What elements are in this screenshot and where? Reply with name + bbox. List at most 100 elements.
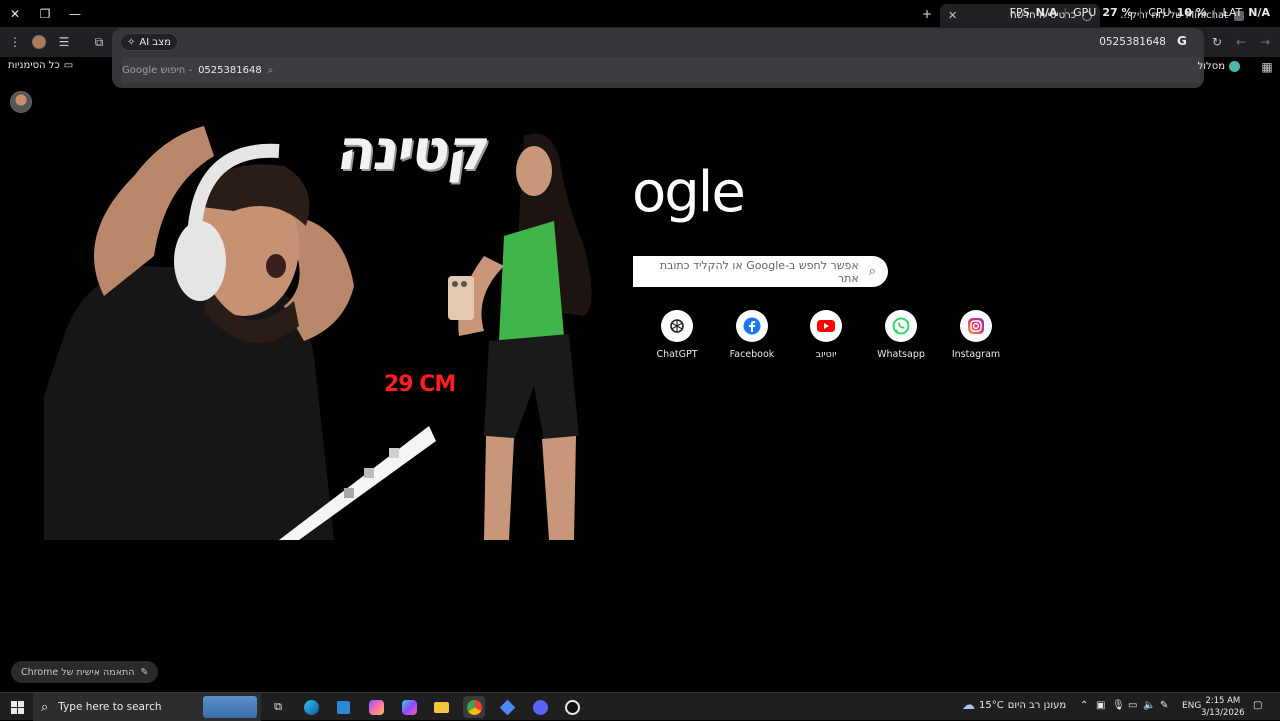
windows-logo-icon: [10, 700, 24, 714]
apps-grid-icon[interactable]: ▦: [1258, 58, 1276, 76]
shortcut-chatgpt[interactable]: ChatGPT: [645, 310, 709, 360]
restore-window-button[interactable]: ❐: [30, 0, 60, 27]
shortcut-label: Facebook: [729, 349, 775, 360]
clock-date: 3/13/2026: [1201, 708, 1245, 718]
new-tab-button[interactable]: +: [912, 0, 942, 27]
tray-app-icon[interactable]: ▣: [1096, 700, 1105, 711]
minimize-icon: —: [69, 6, 81, 21]
taskbar-search-placeholder: Type here to search: [58, 701, 162, 713]
minimize-window-button[interactable]: —: [60, 0, 90, 27]
bookmark-item[interactable]: מסלול: [1198, 61, 1240, 72]
steam-icon[interactable]: [561, 696, 583, 718]
weather-text: מעונן רב היום: [1007, 700, 1067, 711]
cloudy-weather-icon: ☁: [962, 698, 975, 713]
customize-label: התאמה אישית של Chrome: [21, 666, 135, 678]
notifications-icon[interactable]: ▢: [1253, 700, 1262, 711]
sparkle-search-icon: ✧: [127, 36, 136, 48]
clock[interactable]: 2:15 AM 3/13/2026: [1201, 695, 1245, 719]
weather-widget[interactable]: מעונן רב היום 15°C ☁: [962, 698, 1066, 713]
shortcut-label: ChatGPT: [656, 349, 698, 360]
shortcut-instagram[interactable]: Instagram: [944, 310, 1008, 360]
edge-icon[interactable]: [300, 696, 322, 718]
suggestion-suffix: - חיפוש Google: [122, 64, 193, 76]
tab-search-icon[interactable]: ☰: [55, 33, 73, 51]
folder-icon: ▭: [63, 60, 74, 71]
instagram-icon: [960, 310, 992, 342]
cpu-value: 10 %: [1176, 6, 1207, 19]
omnibox-suggestion[interactable]: ⌕ 0525381648 - חיפוש Google: [122, 57, 1200, 83]
extensions-icon[interactable]: ⧉: [90, 33, 108, 51]
menu-icon[interactable]: ⋮: [6, 33, 24, 51]
tab-close-icon[interactable]: ✕: [948, 9, 957, 22]
search-input[interactable]: ⌕ אפשר לחפש ב-Google או להקליד כתובת אתר: [633, 256, 888, 287]
lat-label: LAT: [1222, 6, 1243, 19]
chevron-up-icon[interactable]: ⌃: [1080, 700, 1088, 711]
youtube-icon: [810, 310, 842, 342]
pen-icon[interactable]: ✎: [1160, 700, 1168, 711]
fps-label: FPS: [1009, 6, 1030, 19]
facebook-icon: [736, 310, 768, 342]
google-g-icon: G: [1177, 34, 1187, 48]
taskbar-search-input[interactable]: ⌕ Type here to search: [33, 693, 261, 721]
all-bookmarks-label: כל הסימניות: [8, 60, 60, 71]
thumbnail-title: קטינה: [333, 118, 493, 183]
gpu-value: 27 %: [1102, 6, 1133, 19]
ai-mode-button[interactable]: מצב AI ✧: [120, 33, 178, 51]
bookmark-label: מסלול: [1197, 61, 1225, 72]
swan-illustration-icon: [203, 696, 257, 718]
gpu-label: GPU: [1073, 6, 1097, 19]
network-icon[interactable]: ▭: [1128, 700, 1137, 711]
reload-icon[interactable]: ↻: [1208, 33, 1226, 51]
forward-icon[interactable]: →: [1256, 33, 1274, 51]
ai-mode-label: מצב AI: [139, 36, 171, 48]
shortcut-label: Whatsapp: [877, 349, 925, 360]
close-window-button[interactable]: ✕: [0, 0, 30, 27]
search-icon: ⌕: [41, 699, 49, 715]
google-logo: ogle: [632, 160, 746, 225]
suggestion-query: 0525381648: [198, 64, 262, 76]
shortcut-youtube[interactable]: יוטיוב: [794, 310, 858, 360]
whatsapp-icon: [885, 310, 917, 342]
start-button[interactable]: [6, 696, 28, 718]
pencil-icon: ✎: [140, 666, 149, 678]
all-bookmarks-button[interactable]: ▭ כל הסימניות: [8, 60, 73, 71]
restore-icon: ❐: [39, 6, 51, 21]
discord-icon[interactable]: [529, 696, 551, 718]
store-icon[interactable]: [332, 696, 354, 718]
shortcut-label: Instagram: [951, 349, 1001, 360]
account-avatar[interactable]: [10, 91, 32, 113]
clock-time: 2:15 AM: [1205, 696, 1241, 706]
background-image: [44, 96, 600, 540]
chatgpt-icon: [661, 310, 693, 342]
thumbnail-caption: 29 CM: [384, 372, 456, 397]
windows-taskbar: ⌕ Type here to search ⧉ מעונן רב היום 15…: [0, 692, 1280, 721]
task-view-icon[interactable]: ⧉: [267, 696, 289, 718]
shortcut-facebook[interactable]: Facebook: [720, 310, 784, 360]
shortcut-whatsapp[interactable]: Whatsapp: [869, 310, 933, 360]
search-icon: ⌕: [868, 264, 876, 279]
lat-value: N/A: [1248, 6, 1270, 19]
cpu-label: CPU: [1148, 6, 1171, 19]
app-icon[interactable]: [496, 696, 518, 718]
close-icon: ✕: [9, 6, 21, 21]
m365-icon[interactable]: [398, 696, 420, 718]
profile-avatar[interactable]: [30, 33, 48, 51]
weather-temp: 15°C: [979, 700, 1004, 711]
bookmark-favicon-icon: [1229, 61, 1240, 72]
language-indicator[interactable]: ENG: [1182, 701, 1201, 711]
customize-chrome-button[interactable]: ✎ התאמה אישית של Chrome: [11, 661, 159, 683]
copilot-icon[interactable]: [365, 696, 387, 718]
performance-overlay: FPS N/A | GPU 27 % | CPU 10 % | LAT N/A: [1009, 6, 1270, 19]
microphone-icon[interactable]: 🎙: [1112, 700, 1125, 711]
fps-value: N/A: [1035, 6, 1058, 19]
shortcut-label: יוטיוב: [815, 349, 837, 360]
back-icon[interactable]: ←: [1232, 33, 1250, 51]
chrome-icon[interactable]: [463, 696, 485, 718]
search-icon: ⌕: [267, 64, 274, 76]
thumbnail-illustration: [44, 126, 592, 540]
volume-icon[interactable]: 🔈: [1143, 700, 1155, 711]
search-placeholder: אפשר לחפש ב-Google או להקליד כתובת אתר: [659, 258, 859, 285]
file-explorer-icon[interactable]: [430, 696, 452, 718]
tab-strip: ✕ ❐ — + כרטיסייה חדשה ✕ Minichat של לוח …: [0, 0, 1280, 27]
address-input[interactable]: 0525381648: [1099, 36, 1166, 48]
